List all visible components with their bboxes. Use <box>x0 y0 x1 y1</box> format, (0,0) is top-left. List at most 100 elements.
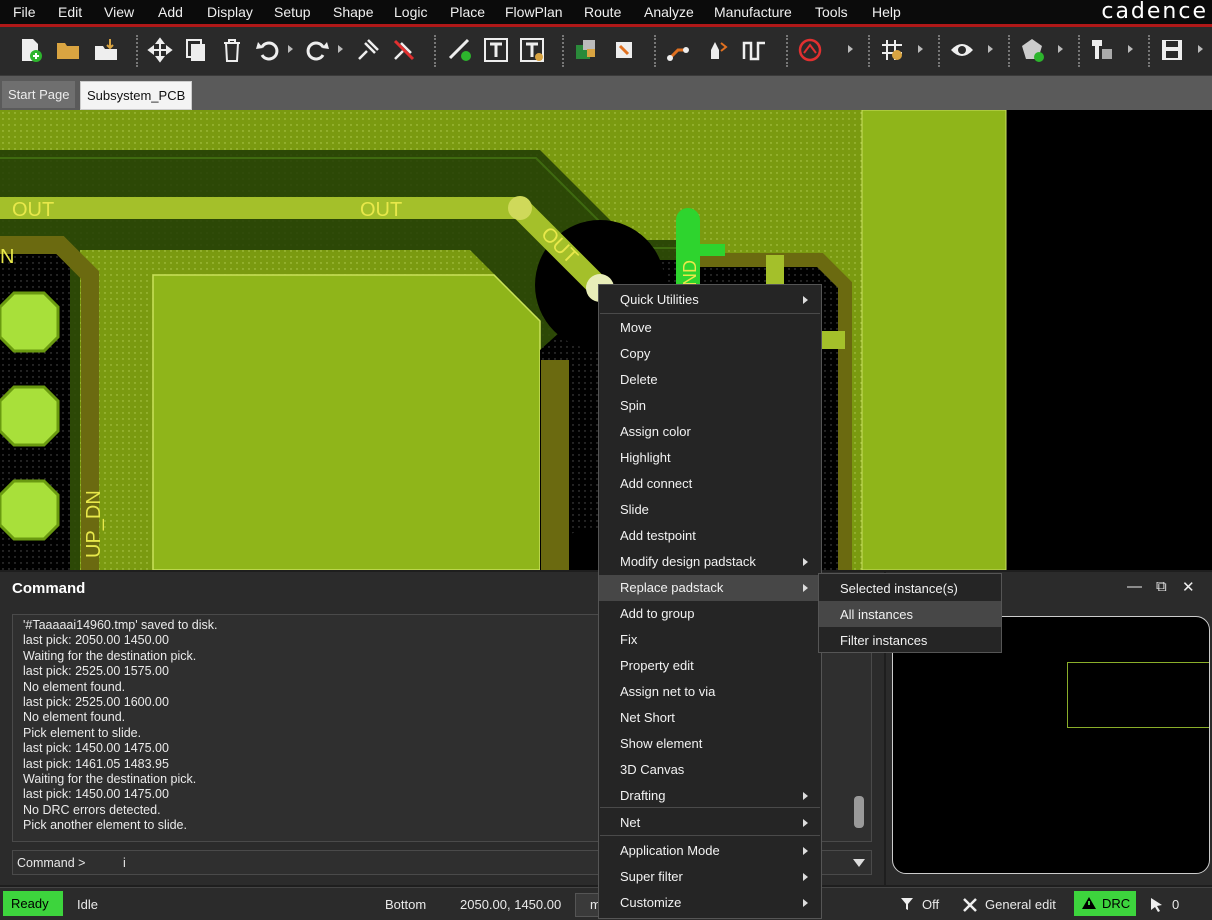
toolbar-separator <box>562 35 564 67</box>
submenu-arrow-icon <box>803 558 808 566</box>
open-folder-icon[interactable] <box>54 35 82 65</box>
edit-mode-icon[interactable] <box>962 897 978 913</box>
menu-item-slide[interactable]: Slide <box>599 497 821 523</box>
scrollbar-thumb[interactable] <box>854 796 864 828</box>
save-folder-icon[interactable] <box>92 35 120 65</box>
menu-item-3d-canvas[interactable]: 3D Canvas <box>599 757 821 783</box>
submenu-item-filter-instances[interactable]: Filter instances <box>819 627 1001 653</box>
add-line-icon[interactable] <box>446 35 474 65</box>
save-icon[interactable] <box>1158 35 1186 65</box>
menu-item-net-short[interactable]: Net Short <box>599 705 821 731</box>
redo-icon[interactable] <box>303 35 331 65</box>
undo-icon[interactable] <box>254 35 282 65</box>
net-label-out: OUT <box>12 199 54 221</box>
menu-item-show-element[interactable]: Show element <box>599 731 821 757</box>
grid-dropdown-icon[interactable] <box>918 45 923 53</box>
menu-item-super-filter[interactable]: Super filter <box>599 864 821 890</box>
menu-setup[interactable]: Setup <box>274 4 311 20</box>
move-icon[interactable] <box>146 35 174 65</box>
submenu-item-selected-instances[interactable]: Selected instance(s) <box>819 575 1001 601</box>
restore-icon[interactable]: ⧉ <box>1156 578 1167 595</box>
unfix-icon[interactable] <box>390 35 418 65</box>
menu-item-net[interactable]: Net <box>599 810 821 836</box>
menu-item-customize[interactable]: Customize <box>599 890 821 916</box>
chip-icon[interactable] <box>610 35 638 65</box>
drc-icon[interactable] <box>796 35 824 65</box>
status-drc[interactable]: DRC <box>1074 891 1136 916</box>
command-history-dropdown-icon[interactable] <box>853 859 865 867</box>
menu-item-application-mode[interactable]: Application Mode <box>599 838 821 864</box>
visibility-eye-icon[interactable] <box>948 35 976 65</box>
menu-analyze[interactable]: Analyze <box>644 4 694 20</box>
menu-item-delete[interactable]: Delete <box>599 367 821 393</box>
menu-add[interactable]: Add <box>158 4 183 20</box>
menu-flowplan[interactable]: FlowPlan <box>505 4 563 20</box>
visibility-dropdown-icon[interactable] <box>988 45 993 53</box>
new-file-icon[interactable] <box>16 35 44 65</box>
undo-dropdown-icon[interactable] <box>288 45 293 53</box>
manufacture-icon[interactable] <box>1088 35 1116 65</box>
menu-shape[interactable]: Shape <box>333 4 373 20</box>
context-menu: Quick Utilities Move Copy Delete Spin As… <box>598 284 822 919</box>
menu-item-modify-design-padstack[interactable]: Modify design padstack <box>599 549 821 575</box>
menu-item-add-to-group[interactable]: Add to group <box>599 601 821 627</box>
menu-item-add-connect[interactable]: Add connect <box>599 471 821 497</box>
add-text-icon[interactable] <box>482 35 510 65</box>
menu-item-add-testpoint[interactable]: Add testpoint <box>599 523 821 549</box>
manufacture-dropdown-icon[interactable] <box>1128 45 1133 53</box>
edit-text-icon[interactable] <box>518 35 546 65</box>
redo-dropdown-icon[interactable] <box>338 45 343 53</box>
submenu-item-all-instances[interactable]: All instances <box>819 601 1001 627</box>
menu-item-fix[interactable]: Fix <box>599 627 821 653</box>
menu-item-quick-utilities[interactable]: Quick Utilities <box>599 287 821 313</box>
submenu-arrow-icon <box>803 847 808 855</box>
menu-edit[interactable]: Edit <box>58 4 82 20</box>
menu-file[interactable]: File <box>13 4 36 20</box>
menu-item-copy[interactable]: Copy <box>599 341 821 367</box>
shape-add-icon[interactable] <box>1018 35 1046 65</box>
menu-item-move[interactable]: Move <box>599 315 821 341</box>
copy-icon[interactable] <box>182 35 210 65</box>
tab-subsystem-pcb[interactable]: Subsystem_PCB <box>80 81 193 110</box>
slide-icon[interactable] <box>702 35 730 65</box>
menu-help[interactable]: Help <box>872 4 901 20</box>
menu-item-assign-net-to-via[interactable]: Assign net to via <box>599 679 821 705</box>
menu-item-spin[interactable]: Spin <box>599 393 821 419</box>
tune-icon[interactable] <box>740 35 768 65</box>
menu-place[interactable]: Place <box>450 4 485 20</box>
world-view-canvas[interactable] <box>892 616 1210 874</box>
minimize-icon[interactable]: — <box>1127 578 1142 595</box>
menu-logic[interactable]: Logic <box>394 4 427 20</box>
menu-tools[interactable]: Tools <box>815 4 848 20</box>
shape-dropdown-icon[interactable] <box>1058 45 1063 53</box>
save-dropdown-icon[interactable] <box>1198 45 1203 53</box>
status-selected-count: 0 <box>1172 897 1180 912</box>
status-active-layer[interactable]: Bottom <box>385 897 426 912</box>
menu-route[interactable]: Route <box>584 4 621 20</box>
menu-manufacture[interactable]: Manufacture <box>714 4 792 20</box>
command-input-value[interactable]: i <box>123 856 126 870</box>
place-component-icon[interactable] <box>572 35 600 65</box>
status-edit-mode[interactable]: General edit <box>985 897 1056 912</box>
close-icon[interactable]: ✕ <box>1182 578 1195 596</box>
grid-icon[interactable] <box>878 35 906 65</box>
drc-dropdown-icon[interactable] <box>848 45 853 53</box>
menu-item-drafting[interactable]: Drafting <box>599 783 821 809</box>
menu-separator <box>600 835 820 836</box>
toolbar-separator <box>654 35 656 67</box>
status-drc-label: DRC <box>1102 896 1131 911</box>
delete-icon[interactable] <box>218 35 246 65</box>
menu-item-replace-padstack[interactable]: Replace padstack <box>599 575 821 601</box>
menu-display[interactable]: Display <box>207 4 253 20</box>
fix-icon[interactable] <box>354 35 382 65</box>
status-filter[interactable]: Off <box>922 897 939 912</box>
menu-item-assign-color[interactable]: Assign color <box>599 419 821 445</box>
menu-view[interactable]: View <box>104 4 134 20</box>
menu-item-highlight[interactable]: Highlight <box>599 445 821 471</box>
menu-item-property-edit[interactable]: Property edit <box>599 653 821 679</box>
tab-start-page[interactable]: Start Page <box>2 81 76 108</box>
status-idle: Idle <box>77 897 98 912</box>
world-view-viewport[interactable] <box>1067 662 1209 728</box>
connect-icon[interactable] <box>664 35 692 65</box>
filter-icon[interactable] <box>900 897 914 912</box>
